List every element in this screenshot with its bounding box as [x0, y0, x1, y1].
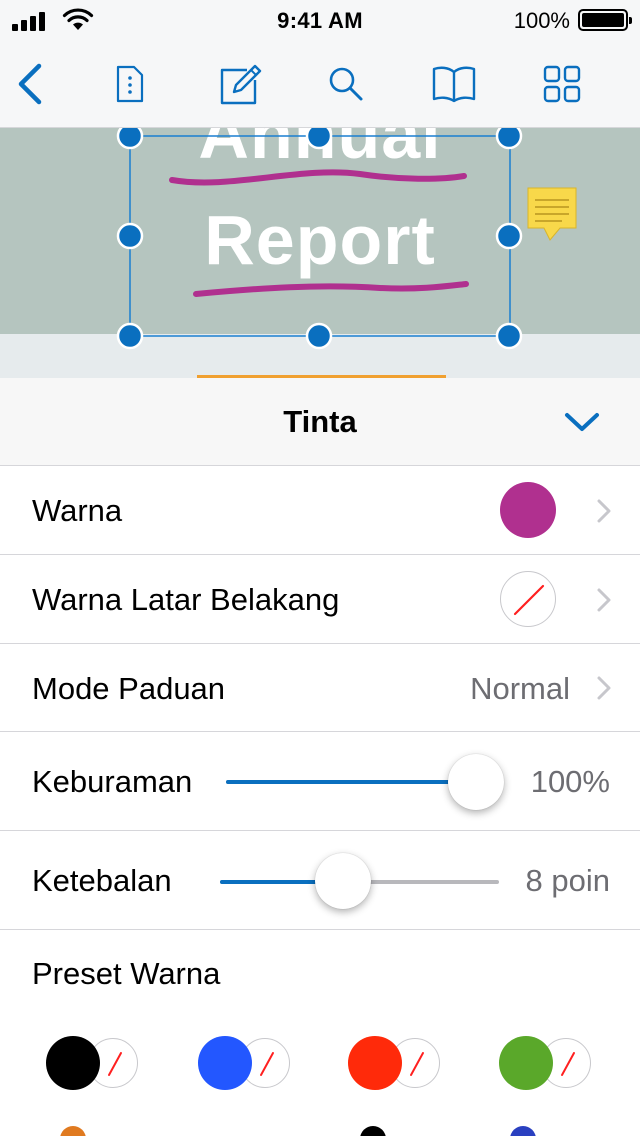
- selection-box[interactable]: [129, 135, 511, 337]
- ink-properties-sheet: Tinta Warna Warna Latar Belakang Mode Pa…: [0, 375, 640, 1136]
- color-presets-next-row: [0, 1124, 640, 1136]
- background-color-row[interactable]: Warna Latar Belakang: [0, 555, 640, 644]
- document-icon[interactable]: [104, 58, 156, 110]
- selection-handle[interactable]: [305, 322, 333, 350]
- battery-percent: 100%: [513, 8, 570, 33]
- preset-color-swatch: [46, 1036, 100, 1090]
- selection-handle[interactable]: [495, 322, 523, 350]
- book-icon[interactable]: [428, 58, 480, 110]
- grid-icon[interactable]: [536, 58, 588, 110]
- document-preview[interactable]: Annual Report: [0, 128, 640, 378]
- search-icon[interactable]: [320, 58, 372, 110]
- thickness-value: 8 poin: [525, 863, 610, 898]
- annotate-pencil-icon[interactable]: [214, 58, 266, 110]
- color-preset[interactable]: [46, 1036, 142, 1090]
- selection-handle[interactable]: [495, 222, 523, 250]
- opacity-value: 100%: [530, 764, 610, 799]
- thickness-row: Ketebalan 8 poin: [0, 831, 640, 930]
- preset-color-swatch[interactable]: [510, 1126, 536, 1136]
- blend-mode-label: Mode Paduan: [32, 671, 226, 706]
- selection-handle[interactable]: [116, 222, 144, 250]
- chevron-right-icon: [597, 499, 611, 523]
- color-preset[interactable]: [198, 1036, 294, 1090]
- thickness-label: Ketebalan: [32, 863, 172, 898]
- color-row[interactable]: Warna: [0, 466, 640, 555]
- blend-mode-value: Normal: [470, 671, 570, 706]
- ink-underline-2: [193, 281, 469, 297]
- preset-color-swatch: [499, 1036, 553, 1090]
- back-chevron-icon[interactable]: [4, 58, 56, 110]
- sheet-title: Tinta: [283, 404, 357, 439]
- color-preset[interactable]: [499, 1036, 595, 1090]
- no-color-swatch: [500, 571, 556, 627]
- color-label: Warna: [32, 493, 123, 528]
- selection-handle[interactable]: [116, 128, 144, 150]
- opacity-slider-fill: [226, 780, 476, 784]
- sheet-header: Tinta: [0, 378, 640, 466]
- opacity-row: Keburaman 100%: [0, 732, 640, 831]
- chevron-right-icon: [597, 676, 611, 700]
- selection-handle[interactable]: [305, 128, 333, 150]
- presets-label: Preset Warna: [32, 956, 221, 991]
- preset-color-swatch[interactable]: [360, 1126, 386, 1136]
- background-color-label: Warna Latar Belakang: [32, 582, 340, 617]
- status-bar: 9:41 AM 100%: [0, 0, 640, 40]
- opacity-label: Keburaman: [32, 764, 193, 799]
- sticky-note-icon[interactable]: [524, 186, 580, 244]
- opacity-slider[interactable]: [226, 780, 476, 784]
- selection-handle[interactable]: [495, 128, 523, 150]
- toolbar: [0, 40, 640, 128]
- chevron-down-icon[interactable]: [564, 408, 600, 436]
- preset-color-swatch[interactable]: [60, 1126, 86, 1136]
- color-swatch: [500, 482, 556, 538]
- preset-color-swatch: [198, 1036, 252, 1090]
- thickness-slider-thumb[interactable]: [314, 853, 371, 909]
- opacity-slider-thumb[interactable]: [448, 754, 504, 810]
- blend-mode-row[interactable]: Mode Paduan Normal: [0, 644, 640, 732]
- preset-color-swatch: [348, 1036, 402, 1090]
- chevron-right-icon: [597, 588, 611, 612]
- selection-handle[interactable]: [116, 322, 144, 350]
- ink-underline-1: [169, 169, 467, 186]
- battery-icon: [578, 9, 632, 31]
- color-preset[interactable]: [348, 1036, 444, 1090]
